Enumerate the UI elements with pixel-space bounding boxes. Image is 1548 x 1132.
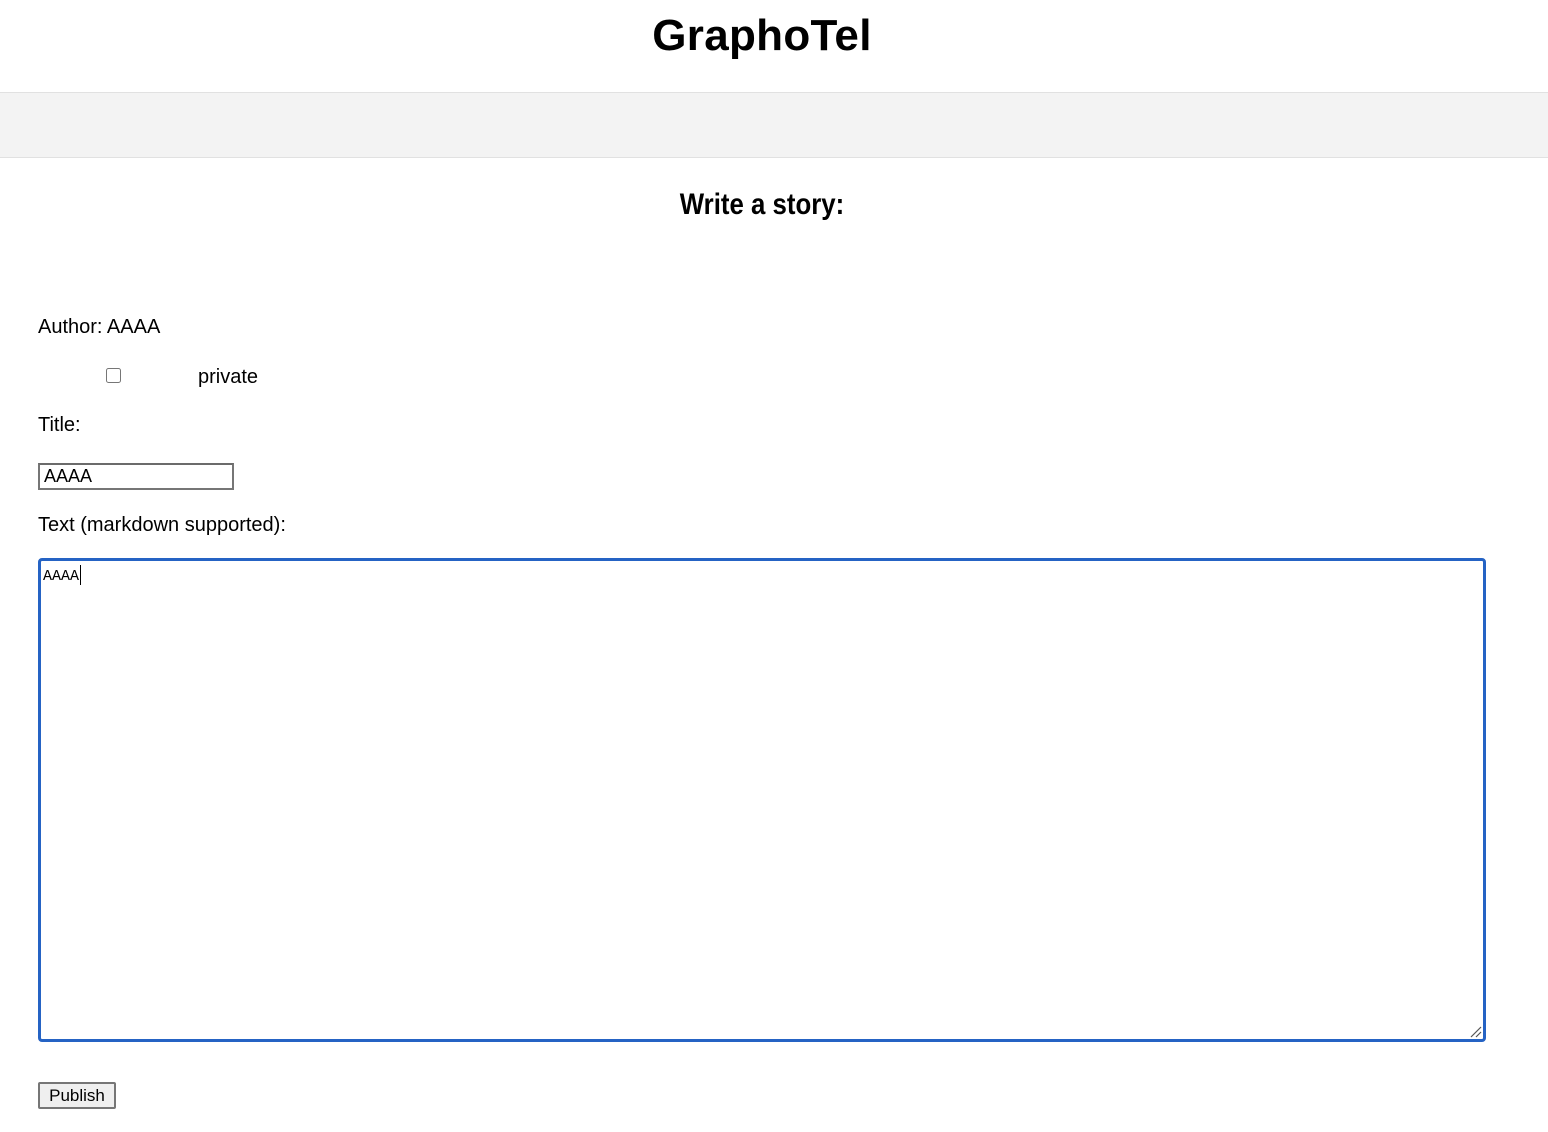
resize-handle-icon[interactable]	[1468, 1024, 1482, 1038]
page-heading: Write a story:	[679, 188, 845, 221]
author-line: Author: AAAA	[38, 316, 161, 338]
publish-button[interactable]: Publish	[38, 1082, 116, 1109]
story-text-area[interactable]: AAAA	[38, 558, 1486, 1042]
text-caret	[80, 565, 82, 585]
story-text-value: AAAA	[43, 568, 80, 585]
site-header: GraphoTel	[0, 0, 1548, 92]
text-label: Text (markdown supported):	[38, 514, 286, 536]
private-label[interactable]: private	[198, 365, 258, 389]
navigation-bar	[0, 92, 1548, 158]
private-checkbox[interactable]	[106, 368, 121, 383]
title-label: Title:	[38, 414, 81, 436]
site-title: GraphoTel	[652, 11, 872, 60]
title-input[interactable]	[38, 463, 234, 490]
